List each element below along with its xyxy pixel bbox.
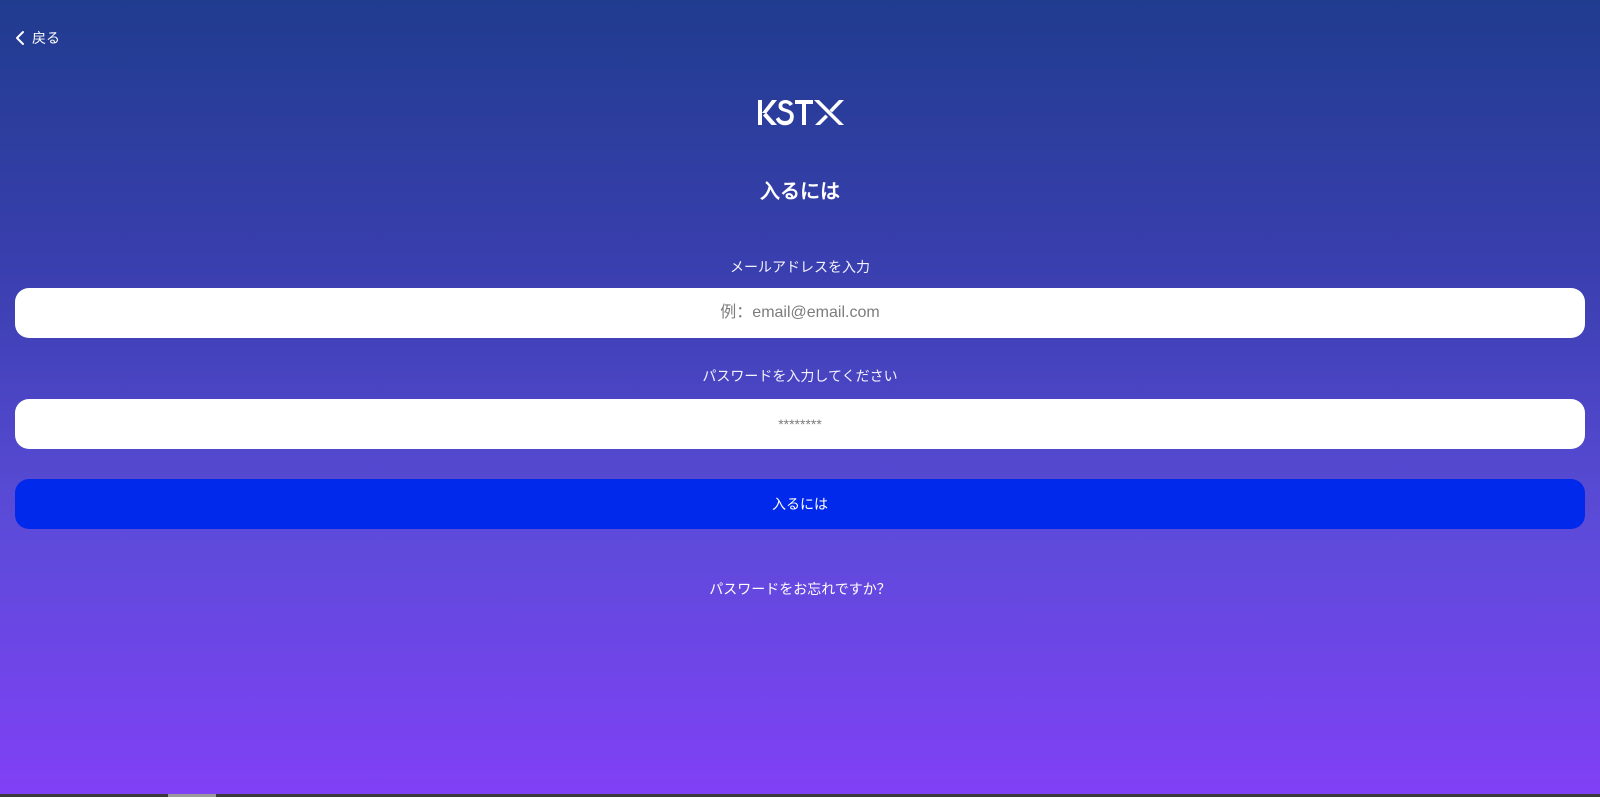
email-input[interactable] <box>15 288 1585 338</box>
login-button[interactable]: 入るには <box>15 479 1585 529</box>
kstx-logo <box>757 98 845 128</box>
password-input[interactable] <box>15 399 1585 449</box>
email-label: メールアドレスを入力 <box>730 260 870 276</box>
password-label: パスワードを入力してください <box>702 369 898 385</box>
page-title: 入るには <box>760 179 840 203</box>
forgot-password-link[interactable]: パスワードをお忘れですか？ <box>0 579 1600 599</box>
chevron-left-icon <box>14 30 26 46</box>
back-label: 戻る <box>32 31 60 47</box>
back-link[interactable]: 戻る <box>14 28 60 48</box>
